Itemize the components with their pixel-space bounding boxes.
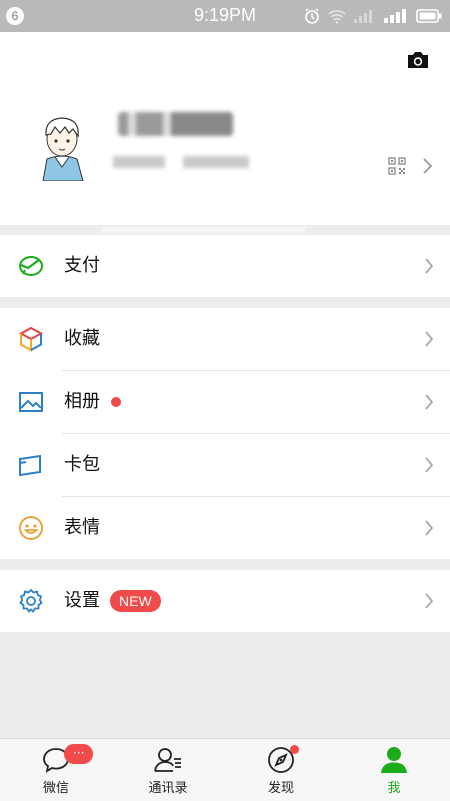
discover-dot bbox=[290, 745, 299, 754]
bottom-tab-bar: ··· 微信 通讯录 发现 我 bbox=[0, 738, 450, 801]
menu-item-album[interactable]: 相册 bbox=[0, 371, 450, 433]
signal-strong-icon bbox=[384, 9, 406, 23]
menu-item-label: 设置 bbox=[64, 590, 100, 611]
status-bar: 6 9:19PM bbox=[0, 0, 450, 32]
cube-icon bbox=[18, 326, 44, 352]
wechat-id-blurred bbox=[113, 156, 249, 168]
menu-item-cards[interactable]: 卡包 bbox=[0, 434, 450, 496]
new-badge: NEW bbox=[110, 590, 161, 612]
tab-label: 我 bbox=[387, 781, 401, 796]
menu-group-settings: 设置 NEW bbox=[0, 570, 450, 632]
menu-item-label: 表情 bbox=[64, 517, 100, 538]
contacts-icon bbox=[154, 748, 181, 772]
card-icon bbox=[19, 454, 41, 477]
menu-group-main: 收藏 相册 卡包 表情 bbox=[0, 308, 450, 559]
section-spacer bbox=[0, 225, 450, 235]
person-icon bbox=[381, 747, 407, 773]
avatar[interactable] bbox=[25, 107, 99, 181]
menu-item-label: 支付 bbox=[64, 255, 100, 276]
battery-icon bbox=[416, 9, 442, 23]
tab-label: 微信 bbox=[42, 781, 69, 796]
smiley-icon bbox=[19, 516, 43, 540]
gear-icon bbox=[19, 588, 43, 613]
qr-code-icon[interactable] bbox=[388, 157, 406, 175]
chevron-right-icon bbox=[423, 158, 433, 174]
tab-me[interactable]: 我 bbox=[338, 739, 450, 801]
signal-weak-icon bbox=[354, 10, 372, 23]
tab-label: 发现 bbox=[267, 781, 294, 796]
chats-badge: ··· bbox=[64, 744, 94, 764]
menu-item-favorites[interactable]: 收藏 bbox=[0, 308, 450, 370]
image-icon bbox=[19, 392, 43, 412]
tab-contacts[interactable]: 通讯录 bbox=[112, 739, 224, 801]
menu-item-label: 卡包 bbox=[64, 454, 100, 475]
menu-item-settings[interactable]: 设置 NEW bbox=[0, 570, 450, 632]
chevron-right-icon bbox=[425, 457, 434, 473]
profile-header[interactable] bbox=[0, 32, 450, 225]
menu-item-label: 收藏 bbox=[64, 328, 100, 349]
menu-item-label: 相册 bbox=[64, 391, 100, 412]
nickname-blurred bbox=[118, 112, 233, 136]
status-icons bbox=[304, 7, 442, 25]
avatar-illustration bbox=[25, 107, 99, 181]
chevron-right-icon bbox=[425, 258, 434, 274]
wifi-icon bbox=[328, 10, 346, 24]
unread-dot bbox=[111, 397, 121, 407]
wallet-icon bbox=[19, 256, 43, 276]
tab-discover[interactable]: 发现 bbox=[225, 739, 337, 801]
chevron-right-icon bbox=[425, 331, 434, 347]
menu-item-stickers[interactable]: 表情 bbox=[0, 497, 450, 559]
chevron-right-icon bbox=[425, 593, 434, 609]
chevron-right-icon bbox=[425, 394, 434, 410]
camera-icon[interactable] bbox=[406, 50, 430, 70]
menu-item-pay[interactable]: 支付 bbox=[0, 235, 450, 297]
tab-chats[interactable]: ··· 微信 bbox=[0, 739, 112, 801]
chevron-right-icon bbox=[425, 520, 434, 536]
tab-label: 通讯录 bbox=[148, 781, 188, 796]
alarm-icon bbox=[305, 8, 319, 24]
menu-group-pay: 支付 bbox=[0, 235, 450, 297]
